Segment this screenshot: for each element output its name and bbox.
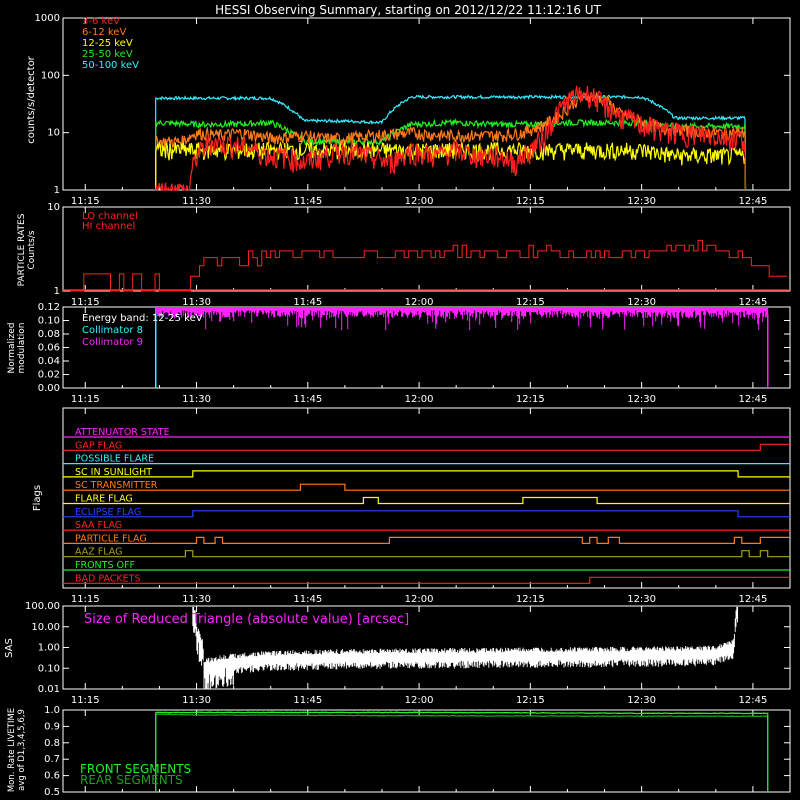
modulation-xtick-label: 11:15 <box>71 394 100 405</box>
legend-3-6-keV: 3-6 keV <box>82 16 120 27</box>
count-rates-ylabel: counts/s/detector <box>26 55 37 143</box>
modulation-xtick-label: 12:45 <box>738 394 767 405</box>
count-rates-xtick-label: 12:15 <box>516 196 545 207</box>
modulation-ylabel: modulation <box>17 323 27 374</box>
particle-rates-xtick-label: 12:30 <box>627 297 656 308</box>
modulation-ytick-label: 0.10 <box>38 316 60 327</box>
modulation-xtick-label: 12:30 <box>627 394 656 405</box>
particle-rates-ylabel: PARTICLE RATES <box>17 213 27 286</box>
livetime-ytick-label: 0.7 <box>44 754 60 765</box>
flag-label-PARTICLE-FLAG: PARTICLE FLAG <box>75 533 147 544</box>
flag-label-FRONTS-OFF: FRONTS OFF <box>75 560 135 571</box>
count-rates-xtick-label: 11:15 <box>71 196 100 207</box>
modulation-ytick-label: 0.00 <box>38 383 60 394</box>
flag-label-POSSIBLE-FLARE: POSSIBLE FLARE <box>75 454 154 465</box>
livetime-ytick-label: 0.6 <box>44 771 60 782</box>
modulation-annotation: Energy band: 12-25 keV <box>82 313 203 324</box>
sas-annotation: Size of Reduced Triangle (absolute value… <box>84 612 409 627</box>
livetime-ytick-label: 0.9 <box>44 721 60 732</box>
particle-rates-ytick-label: 1 <box>54 286 60 297</box>
sas-ytick-label: 1.00 <box>38 643 60 654</box>
livetime-ylabel: avg of D1,3,4,5,6,9 <box>17 709 27 791</box>
flags-xtick-label: 12:30 <box>627 594 656 605</box>
sas-xtick-label: 12:30 <box>627 695 656 706</box>
legend-Collimator-8: Collimator 8 <box>82 325 143 336</box>
modulation-ytick-label: 0.04 <box>38 356 60 367</box>
particle-rates-xtick-label: 12:15 <box>516 297 545 308</box>
legend-12-25-keV: 12-25 keV <box>82 38 133 49</box>
particle-rates-xtick-label: 11:30 <box>182 297 211 308</box>
sas-ytick-label: 10.00 <box>31 622 60 633</box>
modulation-xtick-label: 11:30 <box>182 394 211 405</box>
flag-label-SC-IN-SUNLIGHT: SC IN SUNLIGHT <box>75 467 152 478</box>
sas-ylabel: SAS <box>4 638 15 658</box>
sas-xtick-label: 12:00 <box>405 695 434 706</box>
livetime-ytick-label: 0.5 <box>44 787 60 798</box>
modulation-ylabel: Normalized <box>7 322 17 373</box>
sas-xtick-label: 11:30 <box>182 695 211 706</box>
flags-ylabel: Flags <box>32 485 43 511</box>
livetime-ytick-label: 0.8 <box>44 738 60 749</box>
particle-rates-ylabel: Counts/s <box>27 230 37 269</box>
flags-xtick-label: 11:15 <box>71 594 100 605</box>
flag-label-ECLIPSE-FLAG: ECLIPSE FLAG <box>75 507 141 518</box>
flag-label-GAP-FLAG: GAP FLAG <box>75 440 122 451</box>
count-rates-xtick-label: 12:30 <box>627 196 656 207</box>
legend-REAR-SEGMENTS: REAR SEGMENTS <box>80 773 183 787</box>
modulation-ytick-label: 0.06 <box>38 343 60 354</box>
flag-label-BAD-PACKETS: BAD PACKETS <box>75 573 141 584</box>
sas-ytick-label: 100.00 <box>25 601 60 612</box>
flags-xtick-label: 11:30 <box>182 594 211 605</box>
livetime-ytick-label: 1.0 <box>44 705 60 716</box>
particle-rates-xtick-label: 11:45 <box>293 297 322 308</box>
sas-xtick-label: 12:15 <box>516 695 545 706</box>
particle-rates-ytick-label: 10 <box>47 202 60 213</box>
flags-xtick-label: 11:45 <box>293 594 322 605</box>
count-rates-xtick-label: 11:45 <box>293 196 322 207</box>
modulation-ytick-label: 0.12 <box>38 302 60 313</box>
sas-xtick-label: 12:45 <box>738 695 767 706</box>
count-rates-ytick-label: 100 <box>41 70 60 81</box>
flags-xtick-label: 12:15 <box>516 594 545 605</box>
sas-xtick-label: 11:45 <box>293 695 322 706</box>
count-rates-xtick-label: 12:00 <box>405 196 434 207</box>
modulation-ytick-label: 0.02 <box>38 370 60 381</box>
flags-xtick-label: 12:45 <box>738 594 767 605</box>
flag-label-SC-TRANSMITTER: SC TRANSMITTER <box>75 480 158 491</box>
particle-rates-xtick-label: 12:00 <box>405 297 434 308</box>
modulation-ytick-label: 0.08 <box>38 329 60 340</box>
flags-xtick-label: 12:00 <box>405 594 434 605</box>
legend-HI-channel: HI channel <box>82 221 135 232</box>
figure-title: HESSI Observing Summary, starting on 201… <box>215 3 601 17</box>
legend-25-50-keV: 25-50 keV <box>82 49 133 60</box>
count-rates-ytick-label: 10 <box>47 128 60 139</box>
legend-50-100-keV: 50-100 keV <box>82 60 139 71</box>
hessi-summary-figure: HESSI Observing Summary, starting on 201… <box>0 0 800 800</box>
figure-background <box>0 0 800 800</box>
sas-ytick-label: 0.10 <box>38 663 60 674</box>
modulation-xtick-label: 12:00 <box>405 394 434 405</box>
legend-Collimator-9: Collimator 9 <box>82 337 143 348</box>
flag-label-ATTENUATOR-STATE: ATTENUATOR STATE <box>75 427 170 438</box>
flag-label-FLARE-FLAG: FLARE FLAG <box>75 494 133 505</box>
particle-rates-xtick-label: 11:15 <box>71 297 100 308</box>
count-rates-xtick-label: 12:45 <box>738 196 767 207</box>
legend-6-12-keV: 6-12 keV <box>82 27 126 38</box>
flag-label-AAZ-FLAG: AAZ FLAG <box>75 547 122 558</box>
count-rates-xtick-label: 11:30 <box>182 196 211 207</box>
modulation-xtick-label: 12:15 <box>516 394 545 405</box>
modulation-xtick-label: 11:45 <box>293 394 322 405</box>
sas-ytick-label: 0.01 <box>38 684 60 695</box>
sas-xtick-label: 11:15 <box>71 695 100 706</box>
livetime-ylabel: Mon. Rate LIVETIME <box>7 708 17 792</box>
flag-label-SAA-FLAG: SAA FLAG <box>75 520 122 531</box>
count-rates-ytick-label: 1000 <box>35 13 60 24</box>
particle-rates-xtick-label: 12:45 <box>738 297 767 308</box>
count-rates-ytick-label: 1 <box>54 185 60 196</box>
